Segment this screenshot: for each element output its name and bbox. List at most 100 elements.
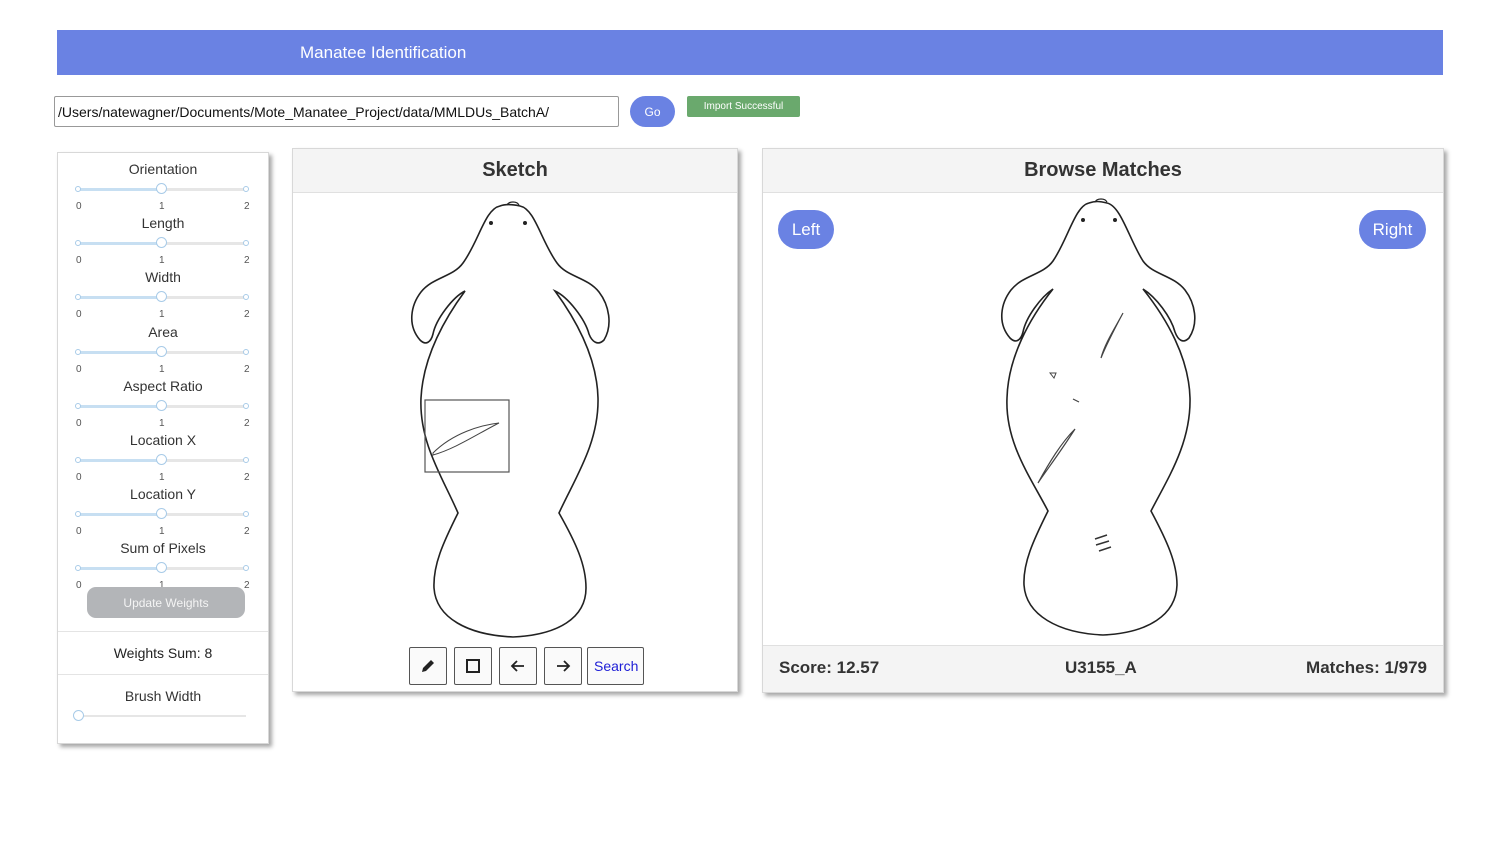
slider-tick-label: 2	[244, 201, 250, 212]
app-header: Manatee Identification	[57, 30, 1443, 75]
slider-end-dot	[243, 348, 249, 355]
slider-thumb[interactable]	[156, 291, 167, 303]
manatee-nostril	[1081, 218, 1085, 222]
slider-fill	[78, 350, 162, 354]
match-count: Matches: 1/979	[1306, 658, 1427, 677]
weights-panel: Orientation 0 1 2 Length 0 1 2 Width 0 1 2 Area 0 1 2 As…	[57, 152, 269, 744]
weight-slider-group: Location X 0 1 2	[58, 432, 268, 486]
slider-tick-label: 0	[76, 417, 82, 429]
slider-label: Location X	[129, 432, 197, 448]
scar-mark	[1094, 534, 1112, 552]
weight-slider-group: Area 0 1 2	[58, 324, 268, 378]
slider-thumb[interactable]	[156, 562, 167, 574]
slider-thumb[interactable]	[156, 454, 167, 465]
slider-end-dot	[75, 457, 81, 463]
scar-mark	[1072, 398, 1080, 403]
brush-width-slider[interactable]	[73, 710, 246, 721]
slider-tick-label: 1	[159, 472, 165, 483]
slider-end-dot	[75, 511, 81, 518]
slider-label: Width	[145, 269, 181, 286]
divider	[58, 674, 268, 675]
directory-path-input[interactable]	[54, 96, 619, 127]
match-image	[1001, 198, 1196, 636]
weight-slider[interactable]	[75, 345, 249, 357]
browse-matches-card: Browse Matches Left Right Score: 12.57 U…	[762, 148, 1444, 693]
slider-tick-label: 1	[159, 417, 165, 429]
slider-end-dot	[75, 186, 81, 192]
slider-tick-label: 0	[76, 201, 82, 212]
weight-slider-group: Location Y 0 1 2	[58, 486, 268, 540]
slider-end-dot	[75, 565, 81, 572]
pencil-tool-button[interactable]	[409, 647, 447, 685]
slider-tick-label: 0	[76, 472, 82, 483]
slider-thumb[interactable]	[156, 508, 167, 520]
redo-button[interactable]	[544, 647, 582, 685]
slider-fill	[78, 188, 162, 191]
sketch-title: Sketch	[293, 149, 737, 193]
slider-fill	[78, 513, 162, 517]
slider-end-dot	[243, 565, 249, 572]
sketch-canvas[interactable]	[293, 193, 737, 643]
weights-sum: Weights Sum: 8	[113, 645, 213, 661]
brush-width-label: Brush Width	[124, 688, 202, 704]
undo-button[interactable]	[499, 647, 537, 685]
match-footer: Score: 12.57 U3155_A Matches: 1/979	[763, 645, 1443, 692]
weight-slider[interactable]	[75, 508, 249, 520]
match-id: U3155_A	[1065, 658, 1137, 677]
weight-slider-group: Aspect Ratio 0 1 2	[58, 378, 268, 432]
weight-slider[interactable]	[75, 237, 249, 249]
manatee-outline	[411, 201, 610, 638]
slider-tick-label: 1	[159, 201, 165, 212]
slider-tick-label: 2	[244, 363, 250, 375]
slider-tick-label: 0	[76, 580, 82, 592]
slider-tick-label: 0	[76, 255, 82, 267]
weight-slider-group: Width 0 1 2	[58, 269, 268, 323]
slider-tick-label: 0	[76, 526, 82, 538]
slider-end-dot	[75, 348, 81, 355]
slider-tick-label: 1	[159, 309, 165, 321]
slider-label: Aspect Ratio	[123, 377, 203, 394]
slider-thumb[interactable]	[156, 399, 167, 411]
scar-mark	[1100, 312, 1124, 359]
slider-label: Length	[141, 215, 185, 232]
arrow-right-icon	[557, 660, 571, 672]
slider-end-dot	[243, 511, 249, 518]
weight-slider[interactable]	[75, 454, 249, 465]
selection-box[interactable]	[424, 399, 510, 473]
sketch-card: Sketch Search	[292, 148, 738, 692]
divider	[58, 631, 268, 632]
slider-tick-label: 2	[244, 417, 250, 429]
weight-slider[interactable]	[75, 291, 249, 303]
slider-tick-label: 2	[244, 580, 250, 592]
scar-sketch	[432, 422, 500, 456]
scar-mark	[1037, 428, 1076, 484]
slider-fill	[78, 567, 162, 571]
pencil-icon	[422, 660, 434, 672]
search-button[interactable]: Search	[587, 647, 644, 685]
rectangle-tool-button[interactable]	[454, 647, 492, 685]
slider-fill	[78, 242, 162, 246]
slider-tick-label: 2	[244, 472, 250, 483]
brush-width-thumb[interactable]	[73, 710, 84, 721]
weight-slider[interactable]	[75, 562, 249, 574]
manatee-nostril	[1113, 218, 1117, 222]
slider-label: Location Y	[130, 486, 196, 503]
slider-label: Orientation	[128, 161, 198, 177]
import-status-badge: Import Successful	[687, 96, 800, 117]
slider-fill	[78, 459, 162, 462]
update-weights-button[interactable]: Update Weights	[87, 587, 245, 618]
weight-slider[interactable]	[75, 399, 249, 411]
manatee-outline	[1001, 198, 1196, 636]
app-title: Manatee Identification	[300, 43, 467, 62]
slider-end-dot	[243, 240, 249, 247]
browse-matches-title: Browse Matches	[763, 149, 1443, 193]
slider-tick-label: 0	[76, 309, 82, 321]
weight-slider[interactable]	[75, 183, 249, 194]
manatee-nostril	[523, 221, 527, 225]
go-button[interactable]: Go	[630, 96, 675, 127]
slider-thumb[interactable]	[156, 345, 167, 357]
weight-slider-group: Length 0 1 2	[58, 215, 268, 269]
slider-thumb[interactable]	[156, 183, 167, 194]
slider-thumb[interactable]	[156, 237, 167, 249]
slider-tick-label: 2	[244, 309, 250, 321]
